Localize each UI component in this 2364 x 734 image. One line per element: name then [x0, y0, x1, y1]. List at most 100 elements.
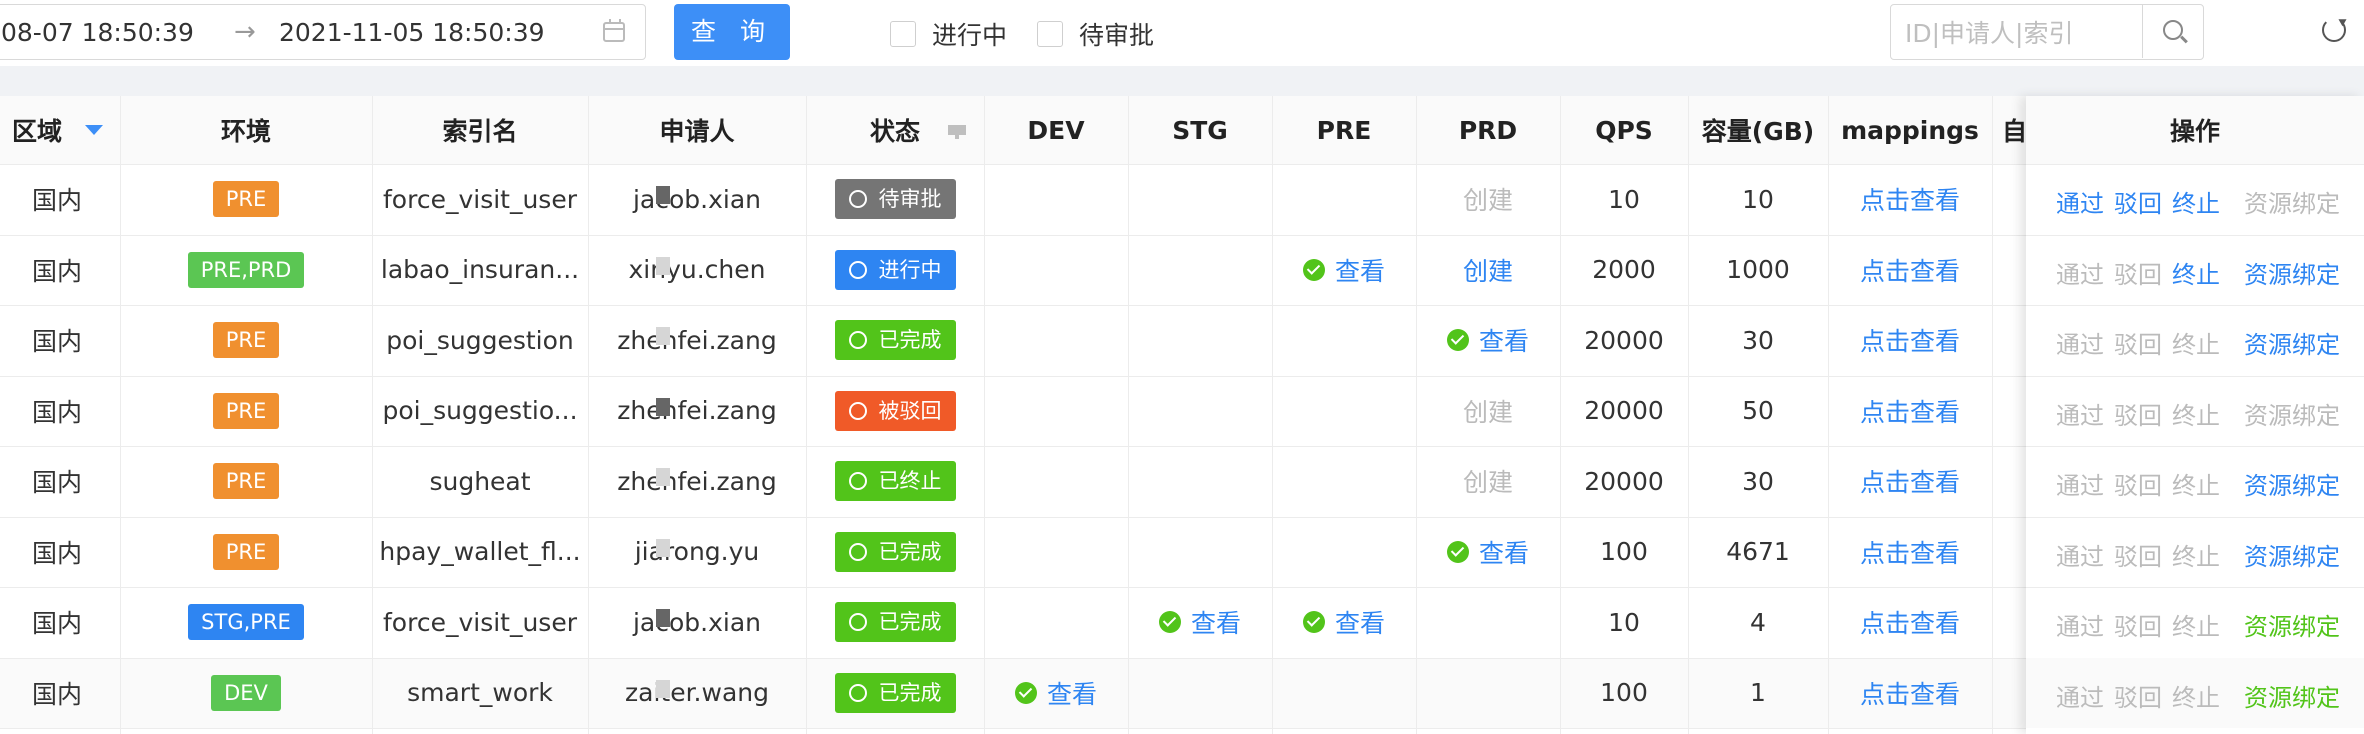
bind-resource-link[interactable]: 资源绑定 — [2244, 466, 2340, 501]
checkbox-box[interactable] — [890, 21, 916, 47]
qps-cell: 20000 — [1584, 466, 1664, 496]
mappings-link[interactable]: 点击查看 — [1828, 164, 1992, 235]
approve-link[interactable]: 通过 — [2056, 325, 2104, 360]
terminate-link[interactable]: 终止 — [2172, 255, 2220, 290]
status-filter-icon[interactable] — [948, 125, 966, 139]
mappings-link[interactable]: 点击查看 — [1828, 587, 1992, 658]
reject-link[interactable]: 驳回 — [2114, 255, 2162, 290]
pre-cell[interactable]: 查看 — [1272, 587, 1416, 658]
checkbox-label: 待审批 — [1079, 21, 1155, 50]
stg-view-link[interactable]: 查看 — [1191, 604, 1241, 640]
pre-cell — [1272, 446, 1416, 517]
mappings-link[interactable]: 点击查看 — [1828, 446, 1992, 517]
approve-link[interactable]: 通过 — [2056, 607, 2104, 642]
mappings-link[interactable]: 点击查看 — [1828, 305, 1992, 376]
qps-cell: 20000 — [1584, 325, 1664, 355]
prd-cell[interactable]: 查看 — [1416, 305, 1560, 376]
applicant-cell: jacob.xian — [632, 607, 762, 637]
date-end[interactable]: 2021-11-05 18:50:39 — [279, 18, 545, 47]
checkbox-label: 进行中 — [932, 21, 1008, 50]
redaction-mark — [656, 256, 670, 275]
terminate-link[interactable]: 终止 — [2172, 396, 2220, 431]
query-button[interactable]: 查 询 — [674, 4, 790, 60]
filter-pending-checkbox[interactable]: 待审批 — [1037, 16, 1154, 52]
reject-link[interactable]: 驳回 — [2114, 325, 2162, 360]
dev-view-link[interactable]: 查看 — [1047, 675, 1097, 711]
approve-link[interactable]: 通过 — [2056, 396, 2104, 431]
prd-action-link[interactable]: 创建 — [1463, 393, 1513, 429]
date-range-picker[interactable]: 08-07 18:50:39 → 2021-11-05 18:50:39 — [0, 4, 646, 60]
bind-resource-link[interactable]: 资源绑定 — [2244, 255, 2340, 290]
env-tag: PRE — [212, 463, 280, 500]
mappings-link[interactable]: 点击查看 — [1828, 376, 1992, 447]
reject-link[interactable]: 驳回 — [2114, 537, 2162, 572]
terminate-link[interactable]: 终止 — [2172, 537, 2220, 572]
reject-link[interactable]: 驳回 — [2114, 184, 2162, 219]
env-tag: PRE — [212, 392, 280, 429]
prd-action-link[interactable]: 查看 — [1479, 322, 1529, 358]
row-divider — [2026, 516, 2364, 518]
prd-cell[interactable]: 创建 — [1416, 376, 1560, 447]
bind-resource-link[interactable]: 资源绑定 — [2244, 396, 2340, 431]
dev-cell[interactable]: 查看 — [984, 658, 1128, 729]
env-cell: PRE — [120, 305, 372, 376]
pre-view-link[interactable]: 查看 — [1335, 252, 1385, 288]
prd-action-link[interactable]: 创建 — [1463, 252, 1513, 288]
approve-link[interactable]: 通过 — [2056, 537, 2104, 572]
prd-action-link[interactable]: 创建 — [1463, 463, 1513, 499]
pre-cell[interactable]: 查看 — [1272, 235, 1416, 306]
approve-link[interactable]: 通过 — [2056, 466, 2104, 501]
prd-cell[interactable]: 创建 — [1416, 235, 1560, 306]
bind-resource-link[interactable]: 资源绑定 — [2244, 325, 2340, 360]
clock-icon — [848, 190, 867, 209]
pre-view-link[interactable]: 查看 — [1335, 604, 1385, 640]
reject-link[interactable]: 驳回 — [2114, 466, 2162, 501]
env-tag: PRE — [212, 181, 280, 218]
approve-link[interactable]: 通过 — [2056, 678, 2104, 713]
status-badge: 已完成 — [834, 672, 956, 713]
prd-cell[interactable]: 查看 — [1416, 517, 1560, 588]
reject-link[interactable]: 驳回 — [2114, 678, 2162, 713]
refresh-icon[interactable] — [2322, 18, 2346, 42]
applicant-cell: zhenfei.zang — [617, 466, 777, 496]
prd-cell[interactable]: 创建 — [1416, 446, 1560, 517]
mappings-link[interactable]: 点击查看 — [1828, 235, 1992, 306]
checkbox-box[interactable] — [1037, 21, 1063, 47]
bind-resource-link[interactable]: 资源绑定 — [2244, 607, 2340, 642]
status-badge: 已完成 — [834, 602, 956, 643]
search-input[interactable] — [1903, 15, 2127, 51]
reject-link[interactable]: 驳回 — [2114, 607, 2162, 642]
terminate-link[interactable]: 终止 — [2172, 607, 2220, 642]
filter-running-checkbox[interactable]: 进行中 — [890, 16, 1007, 52]
reject-link[interactable]: 驳回 — [2114, 396, 2162, 431]
stg-cell — [1128, 305, 1272, 376]
row-divider — [2026, 234, 2364, 236]
region-filter-icon[interactable] — [85, 125, 103, 135]
prd-action-link[interactable]: 创建 — [1463, 181, 1513, 217]
status-badge: 已终止 — [834, 461, 956, 502]
search-button[interactable] — [2142, 5, 2203, 58]
mappings-link[interactable]: 点击查看 — [1828, 517, 1992, 588]
approve-link[interactable]: 通过 — [2056, 184, 2104, 219]
bind-resource-link[interactable]: 资源绑定 — [2244, 678, 2340, 713]
calendar-icon[interactable] — [603, 19, 625, 42]
approve-link[interactable]: 通过 — [2056, 255, 2104, 290]
prd-action-link[interactable]: 查看 — [1479, 534, 1529, 570]
prd-cell[interactable]: 创建 — [1416, 164, 1560, 235]
terminate-link[interactable]: 终止 — [2172, 325, 2220, 360]
bind-resource-link[interactable]: 资源绑定 — [2244, 537, 2340, 572]
search-box[interactable] — [1890, 4, 2204, 60]
qps-cell: 10 — [1608, 607, 1640, 637]
terminate-link[interactable]: 终止 — [2172, 678, 2220, 713]
column-header-capacity: 容量(GB) — [1701, 117, 1815, 146]
stg-cell[interactable]: 查看 — [1128, 587, 1272, 658]
terminate-link[interactable]: 终止 — [2172, 184, 2220, 219]
mappings-link[interactable]: 点击查看 — [1828, 658, 1992, 729]
column-divider — [1688, 96, 1689, 734]
column-header-mappings: mappings — [1841, 115, 1979, 145]
row-divider — [0, 728, 2364, 729]
terminate-link[interactable]: 终止 — [2172, 466, 2220, 501]
date-start[interactable]: 08-07 18:50:39 — [1, 18, 194, 47]
region-cell: 国内 — [32, 609, 83, 639]
bind-resource-link[interactable]: 资源绑定 — [2244, 184, 2340, 219]
